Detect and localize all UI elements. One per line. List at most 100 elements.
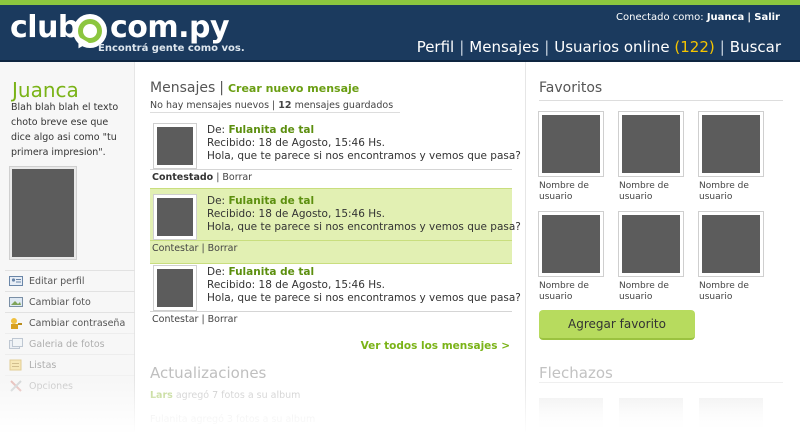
connected-prefix: Conectado como:: [616, 12, 704, 23]
favorite-username[interactable]: Nombre de usuario: [699, 181, 771, 203]
message-from: De: Fulanita de tal: [207, 195, 315, 207]
menu-change-password[interactable]: Cambiar contraseña: [5, 312, 135, 333]
updates-title: Actualizaciones: [150, 364, 267, 382]
update-item: Lars agregó 7 fotos a su album: [150, 390, 301, 401]
nav-messages[interactable]: Mensajes: [469, 38, 539, 56]
menu-edit-profile[interactable]: Editar perfil: [5, 270, 135, 291]
profile-photo[interactable]: [9, 166, 77, 260]
favorite-avatar[interactable]: [618, 111, 684, 177]
sender-name-link[interactable]: Fulanita de tal: [228, 195, 314, 207]
flechazo-avatar[interactable]: [699, 398, 763, 432]
favorite-user[interactable]: Nombre de usuario: [618, 111, 691, 203]
divider: [539, 382, 783, 383]
message-actions: Contestar | Borrar: [152, 243, 238, 254]
favorites-title: Favoritos: [539, 80, 603, 96]
message-item[interactable]: De: Fulanita de tal Recibido: 18 de Agos…: [150, 260, 521, 336]
nav-online-users[interactable]: Usuarios online (122): [554, 38, 714, 56]
delete-link[interactable]: Borrar: [208, 243, 238, 254]
delete-link[interactable]: Borrar: [208, 314, 238, 325]
divider: [150, 240, 512, 241]
favorite-username[interactable]: Nombre de usuario: [539, 181, 611, 203]
sender-avatar[interactable]: [153, 123, 197, 169]
profile-card-icon: [9, 275, 23, 287]
connected-status: Conectado como: Juanca | Salir: [616, 12, 780, 23]
connected-user-link[interactable]: Juanca: [707, 12, 744, 23]
sender-avatar[interactable]: [153, 265, 197, 311]
message-date: Recibido: 18 de Agosto, 15:46 Hs.: [207, 279, 385, 291]
favorite-avatar[interactable]: [538, 111, 604, 177]
message-from: De: Fulanita de tal: [207, 124, 315, 136]
favorite-username[interactable]: Nombre de usuario: [539, 281, 611, 303]
message-preview: Hola, que te parece si nos encontramos y…: [207, 150, 521, 162]
menu-label: Opciones: [29, 380, 73, 392]
saved-count: 12: [278, 100, 292, 111]
update-user-link[interactable]: Lars: [150, 390, 173, 401]
message-item-highlighted[interactable]: De: Fulanita de tal Recibido: 18 de Agos…: [150, 188, 521, 264]
sender-avatar[interactable]: [153, 194, 197, 240]
list-icon: [9, 359, 23, 371]
profile-menu: Editar perfil Cambiar foto Cambiar contr…: [5, 270, 135, 396]
messages-status-prefix: No hay mensajes nuevos |: [150, 100, 276, 111]
favorite-username[interactable]: Nombre de usuario: [619, 181, 691, 203]
favorite-avatar[interactable]: [538, 211, 604, 277]
photo-icon: [9, 296, 23, 308]
profile-bio: Blah blah blah el texto choto breve ese …: [11, 102, 119, 158]
delete-link[interactable]: Borrar: [222, 172, 252, 183]
view-all-messages-link[interactable]: Ver todos los mensajes >: [361, 340, 510, 352]
profile-username: Juanca: [12, 78, 79, 102]
tools-icon: [9, 380, 23, 392]
favorite-user[interactable]: Nombre de usuario: [698, 211, 771, 303]
key-user-icon: [9, 317, 23, 329]
favorite-user[interactable]: Nombre de usuario: [618, 211, 691, 303]
create-message-link[interactable]: Crear nuevo mensaje: [228, 82, 359, 95]
favorite-user[interactable]: Nombre de usuario: [538, 111, 611, 203]
logout-link[interactable]: Salir: [754, 12, 780, 23]
logo-compy-text: com.py: [110, 10, 230, 45]
reply-link[interactable]: Contestar: [152, 314, 198, 325]
main-nav: Perfil | Mensajes | Usuarios online (122) | Bu…: [416, 38, 781, 56]
favorite-avatar[interactable]: [618, 211, 684, 277]
flechazo-avatar[interactable]: [619, 398, 683, 432]
menu-label: Galeria de fotos: [29, 338, 105, 350]
sender-name-link[interactable]: Fulanita de tal: [228, 124, 314, 136]
online-count-badge: (122): [674, 38, 715, 56]
favorites-panel: Favoritos Nombre de usuario Nombre de us…: [525, 62, 800, 432]
divider: [150, 169, 512, 170]
favorite-user[interactable]: Nombre de usuario: [698, 111, 771, 203]
sender-name-link[interactable]: Fulanita de tal: [228, 266, 314, 278]
favorite-avatar[interactable]: [698, 111, 764, 177]
messages-status-suffix: mensajes guardados: [294, 100, 394, 111]
nav-profile[interactable]: Perfil: [417, 38, 455, 56]
message-date: Recibido: 18 de Agosto, 15:46 Hs.: [207, 137, 385, 149]
menu-lists[interactable]: Listas: [5, 354, 135, 375]
favorite-avatar[interactable]: [698, 211, 764, 277]
flechazos-title: Flechazos: [539, 364, 613, 382]
menu-label: Listas: [29, 359, 57, 371]
profile-sidebar: Juanca Blah blah blah el texto choto bre…: [0, 62, 135, 432]
message-preview: Hola, que te parece si nos encontramos y…: [207, 292, 521, 304]
message-from: De: Fulanita de tal: [207, 266, 315, 278]
gallery-icon: [9, 338, 23, 350]
menu-label: Cambiar foto: [29, 296, 91, 308]
reply-link[interactable]: Contestar: [152, 243, 198, 254]
message-actions: Contestar | Borrar: [152, 314, 238, 325]
messages-status: No hay mensajes nuevos | 12 mensajes gua…: [150, 100, 393, 111]
flechazo-avatar[interactable]: [539, 398, 603, 432]
messages-panel: Mensajes | Crear nuevo mensaje No hay mens…: [150, 62, 521, 432]
menu-change-photo[interactable]: Cambiar foto: [5, 291, 135, 312]
messages-header: Mensajes | Crear nuevo mensaje: [150, 80, 360, 96]
logo-tagline: Encontrá gente como vos.: [98, 43, 245, 54]
site-header: club com.py Encontrá gente como vos. Con…: [0, 0, 800, 62]
favorite-user[interactable]: Nombre de usuario: [538, 211, 611, 303]
add-favorite-button[interactable]: Agregar favorito: [539, 310, 695, 340]
favorite-username[interactable]: Nombre de usuario: [699, 281, 771, 303]
nav-online-users-label: Usuarios online: [554, 38, 670, 56]
menu-options[interactable]: Opciones: [5, 375, 135, 396]
divider: [150, 112, 400, 113]
menu-label: Editar perfil: [29, 275, 85, 287]
nav-search[interactable]: Buscar: [730, 38, 781, 56]
menu-photo-gallery[interactable]: Galeria de fotos: [5, 333, 135, 354]
message-item[interactable]: De: Fulanita de tal Recibido: 18 de Agos…: [150, 118, 521, 194]
divider: [539, 100, 783, 101]
favorite-username[interactable]: Nombre de usuario: [619, 281, 691, 303]
